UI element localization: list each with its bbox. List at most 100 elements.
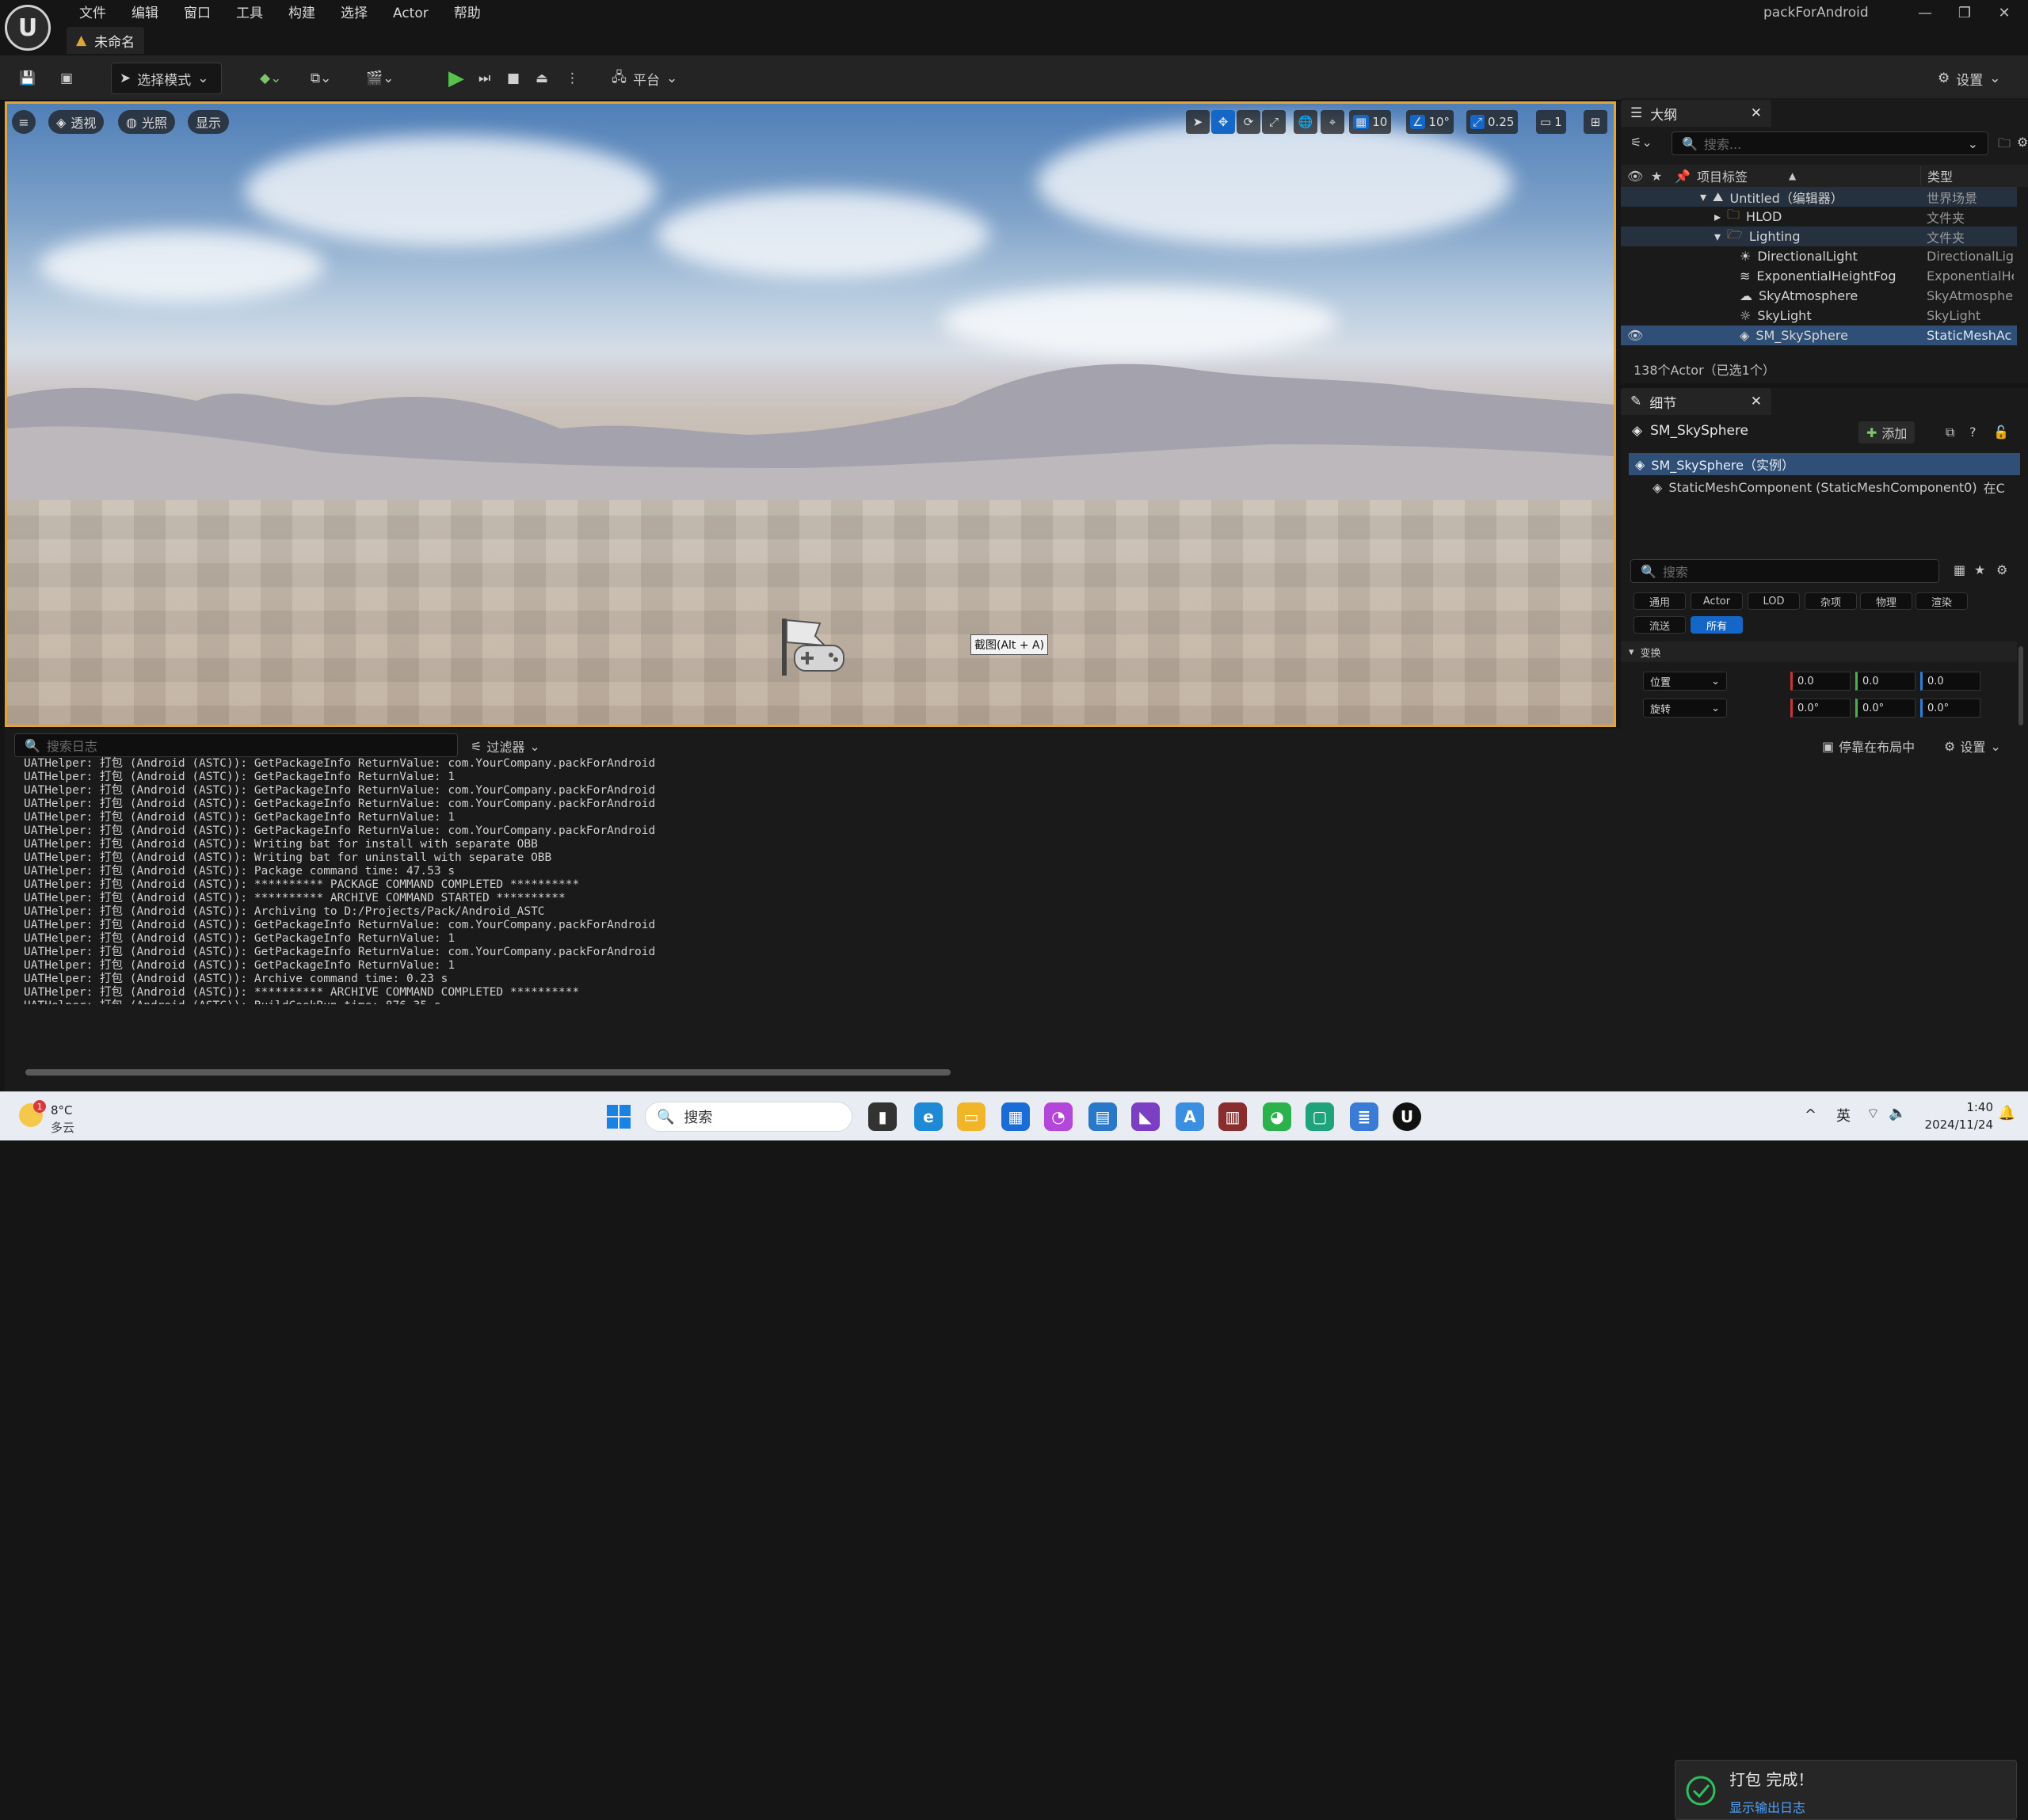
blueprint-convert-button[interactable]: ⧉ (1946, 425, 1954, 440)
edge-icon[interactable]: e (914, 1102, 943, 1131)
category-physics[interactable]: 物理 (1860, 592, 1912, 610)
play-button[interactable]: ▶ (440, 63, 472, 94)
show-button[interactable]: 显示 (188, 110, 230, 134)
help-button[interactable]: ? (1969, 425, 1977, 440)
log-horizontal-scrollbar[interactable] (25, 1069, 951, 1076)
tree-row-world[interactable]: ▾ ⛰ Untitled（编辑器） 世界场景 (1621, 187, 2017, 207)
ime-indicator[interactable]: 英 (1836, 1105, 1851, 1125)
menu-tools[interactable]: 工具 (223, 2, 276, 25)
weather-temp[interactable]: 8°C (51, 1103, 73, 1118)
stop-button[interactable]: ■ (499, 63, 528, 94)
location-y-field[interactable]: 0.0 (1855, 672, 1916, 691)
content-browser-button[interactable]: ▣ (52, 63, 81, 94)
select-tool-button[interactable]: ➤ (1186, 110, 1210, 134)
add-component-button[interactable]: ✚ 添加 (1858, 421, 1916, 444)
task-view-icon[interactable]: ▮ (868, 1102, 897, 1131)
component-root-row[interactable]: ◈ SM_SkySphere（实例） (1629, 453, 2020, 475)
tree-row-sky-sphere[interactable]: 👁 ◈ SM_SkySphere StaticMeshAc (1621, 326, 2017, 345)
rotation-z-field[interactable]: 0.0° (1920, 699, 1980, 718)
location-z-field[interactable]: 0.0 (1920, 672, 1980, 691)
details-search[interactable]: 🔍 搜索 (1630, 559, 1939, 583)
menu-actor[interactable]: Actor (380, 2, 441, 25)
table-view-button[interactable]: ▦ (1954, 562, 1965, 577)
menu-file[interactable]: 文件 (67, 2, 119, 25)
close-window-button[interactable]: ✕ (1980, 0, 2028, 25)
rotation-dropdown[interactable]: 旋转 ⌄ (1643, 699, 1727, 718)
blueprint-button[interactable]: ⧉⌄ (303, 63, 339, 94)
step-button[interactable]: ⏭ (471, 63, 498, 94)
grid-snap-button[interactable]: ▦ 10 (1349, 110, 1392, 134)
category-general[interactable]: 通用 (1633, 592, 1686, 610)
viewport-menu-button[interactable]: ≡ (12, 110, 36, 134)
visual-studio-icon[interactable]: ◣ (1131, 1102, 1160, 1131)
add-folder-button[interactable]: 🗀 (1998, 135, 2011, 156)
close-icon[interactable]: ✕ (1751, 394, 1762, 409)
monitor-icon[interactable]: ▤ (1088, 1102, 1117, 1131)
tree-row-height-fog[interactable]: ≋ ExponentialHeightFog ExponentialHe (1621, 266, 2017, 286)
file-explorer-icon[interactable]: ▭ (957, 1102, 985, 1131)
details-settings-button[interactable]: ⚙ (1996, 562, 2007, 577)
rotation-x-field[interactable]: 0.0° (1790, 699, 1851, 718)
unreal-taskbar-icon[interactable]: U (1393, 1102, 1421, 1131)
log-filter-dropdown[interactable]: ⚟ 过滤器 ⌄ (471, 737, 540, 756)
outliner-search[interactable]: 🔍 搜索... ⌄ (1672, 131, 1988, 155)
select-mode-dropdown[interactable]: ➤ 选择模式 ⌄ (111, 63, 222, 94)
store-icon[interactable]: ▦ (1001, 1102, 1030, 1131)
collapse-arrow-icon[interactable]: ▸ (1714, 209, 1721, 224)
taskbar-search[interactable]: 🔍 搜索 (645, 1102, 852, 1132)
player-start-icon[interactable] (780, 615, 847, 677)
tree-row-sky-atmosphere[interactable]: ☁ SkyAtmosphere SkyAtmosphe (1621, 286, 2017, 306)
eject-button[interactable]: ⏏ (528, 63, 556, 94)
filter-button[interactable]: ⚟⌄ (1630, 135, 1653, 150)
cinematics-button[interactable]: 🎬⌄ (358, 63, 402, 94)
volume-icon[interactable]: 🔈 (1889, 1105, 1906, 1121)
menu-window[interactable]: 窗口 (171, 2, 223, 25)
scale-tool-button[interactable]: ⤢ (1262, 110, 1286, 134)
menu-edit[interactable]: 编辑 (119, 2, 171, 25)
perspective-button[interactable]: ◈ 透视 (48, 110, 105, 134)
translate-tool-button[interactable]: ✥ (1211, 110, 1235, 134)
label-column-header[interactable]: 项目标签 (1697, 166, 1748, 185)
location-x-field[interactable]: 0.0 (1790, 672, 1851, 691)
location-dropdown[interactable]: 位置 ⌄ (1643, 672, 1727, 691)
category-all[interactable]: 所有 (1691, 616, 1743, 634)
rotation-y-field[interactable]: 0.0° (1855, 699, 1916, 718)
transform-section-header[interactable]: ▾ 变换 (1621, 642, 2017, 662)
notification-bell-icon[interactable]: 🔔 (1998, 1105, 2015, 1121)
dock-in-layout-button[interactable]: ▣ 停靠在布局中 (1822, 737, 1915, 756)
category-lod[interactable]: LOD (1748, 592, 1800, 610)
show-output-log-link[interactable]: 显示输出日志 (1729, 1797, 1805, 1816)
save-button[interactable]: 💾 (11, 63, 44, 94)
tray-chevron-icon[interactable]: ^ (1805, 1106, 1816, 1123)
expand-arrow-icon[interactable]: ▾ (1714, 229, 1721, 244)
category-rendering[interactable]: 渲染 (1916, 592, 1968, 610)
wifi-icon[interactable]: ⌔ (1866, 1105, 1880, 1123)
level-tab[interactable]: ▲ 未命名 (67, 27, 145, 54)
scale-snap-button[interactable]: ⤢ 0.25 (1466, 110, 1519, 134)
close-icon[interactable]: ✕ (1751, 105, 1762, 121)
lock-button[interactable]: 🔓 (1993, 425, 2009, 440)
viewport-layout-button[interactable]: ⊞ (1584, 110, 1607, 134)
menu-select[interactable]: 选择 (328, 2, 380, 25)
camera-speed-button[interactable]: ▭ 1 (1536, 110, 1566, 134)
unreal-logo-icon[interactable]: U (5, 5, 51, 51)
winrar-icon[interactable]: ▥ (1218, 1102, 1247, 1131)
category-streaming[interactable]: 流送 (1633, 616, 1686, 634)
start-button[interactable] (605, 1103, 632, 1130)
app-screen-icon[interactable]: ▢ (1306, 1102, 1334, 1131)
app-a-icon[interactable]: A (1176, 1102, 1204, 1131)
app-cat-icon[interactable]: ◔ (1044, 1102, 1073, 1131)
clock-date[interactable]: 2024/11/24 (1914, 1118, 1993, 1132)
lit-button[interactable]: ◍ 光照 (118, 110, 175, 134)
category-misc[interactable]: 杂项 (1805, 592, 1857, 610)
level-viewport[interactable]: ≡ ◈ 透视 ◍ 光照 显示 ➤ ✥ ⟳ ⤢ 🌐 ⌖ ▦ 10 ∠ 10° ⤢ … (5, 101, 1616, 727)
category-actor[interactable]: Actor (1691, 592, 1743, 610)
menu-build[interactable]: 构建 (276, 2, 328, 25)
surface-snap-button[interactable]: ⌖ (1321, 110, 1344, 134)
platforms-dropdown[interactable]: 🖧 平台 ⌄ (604, 63, 685, 94)
tree-row-hlod[interactable]: ▸ 🗀 HLOD 文件夹 (1621, 207, 2017, 227)
favorites-button[interactable]: ★ (1974, 562, 1985, 577)
type-column-header[interactable]: 类型 (1920, 166, 1953, 185)
log-settings-dropdown[interactable]: ⚙ 设置 ⌄ (1944, 737, 2001, 756)
settings-dropdown[interactable]: ⚙ 设置 ⌄ (1930, 63, 2009, 94)
